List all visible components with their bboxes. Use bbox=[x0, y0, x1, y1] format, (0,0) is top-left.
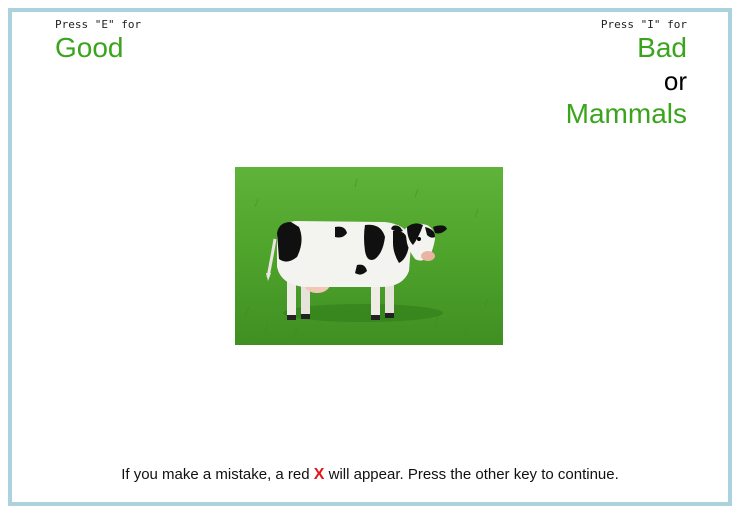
right-category-label-2: Mammals bbox=[565, 98, 687, 129]
error-mark: X bbox=[313, 466, 325, 483]
right-category-connector: or bbox=[663, 66, 687, 96]
instructions-text-after: will appear. Press the other key to cont… bbox=[324, 466, 619, 483]
instructions-text-before: If you make a mistake, a red bbox=[121, 466, 314, 483]
mistake-instructions: If you make a mistake, a red X will appe… bbox=[12, 466, 728, 484]
cow-image bbox=[235, 167, 503, 345]
left-key-panel: Press "E" for Good bbox=[55, 18, 141, 64]
left-category-label: Good bbox=[55, 32, 124, 63]
right-category-label-1: Bad bbox=[637, 32, 687, 63]
left-key-instruction: Press "E" for bbox=[55, 18, 142, 31]
right-key-panel: Press "I" for Bad or Mammals bbox=[566, 18, 687, 130]
stimulus-image bbox=[235, 167, 503, 345]
task-frame: Press "E" for Good Press "I" for Bad or … bbox=[8, 8, 732, 506]
right-key-instruction: Press "I" for bbox=[600, 18, 687, 31]
